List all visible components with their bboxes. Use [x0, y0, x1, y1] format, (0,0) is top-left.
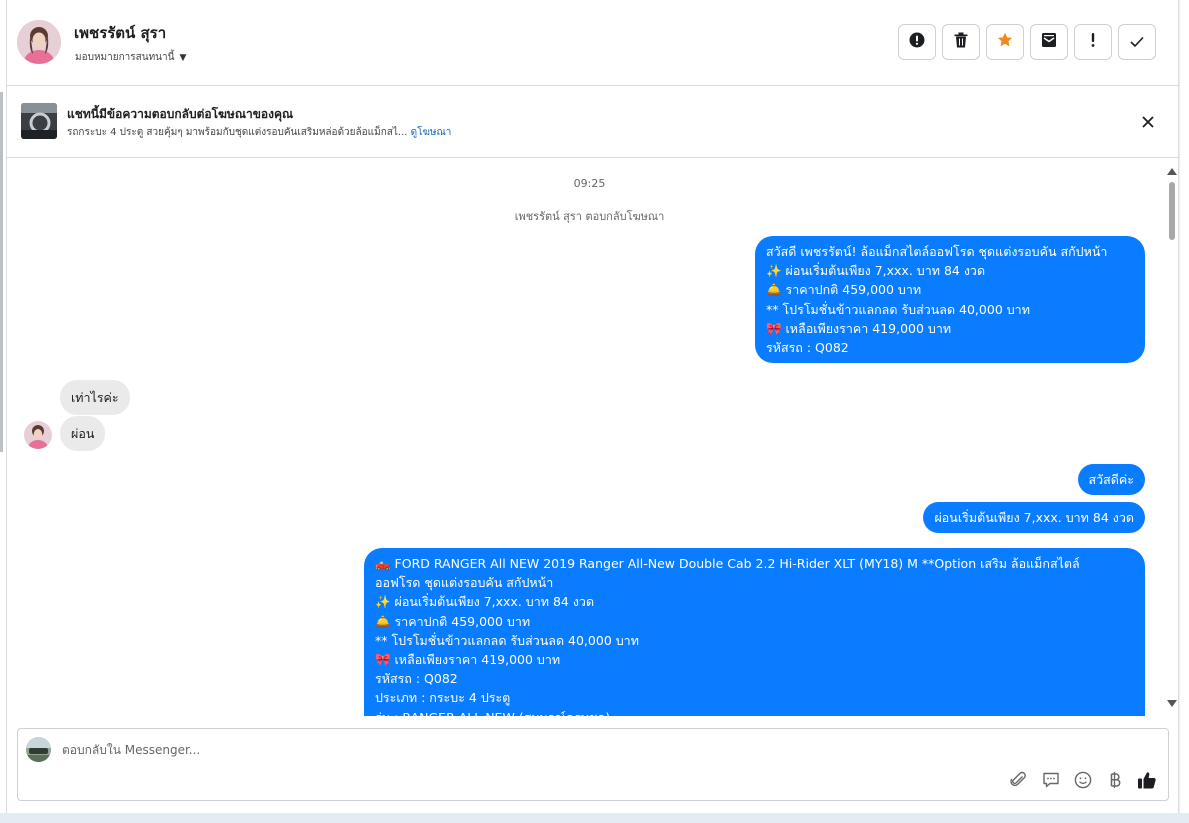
message-thread: 09:25 เพชรรัตน์ สุรา ตอบกลับโฆษณา สวัสดี… — [7, 158, 1180, 716]
caret-down-icon: ▼ — [179, 52, 187, 63]
alert-circle-icon — [909, 32, 925, 52]
view-ad-link[interactable]: ดูโฆษณา — [411, 127, 452, 138]
message-line: 🛎️ ราคาปกติ 459,000 บาท — [766, 282, 922, 298]
paperclip-icon — [1010, 771, 1028, 793]
message-line: 🛻 FORD RANGER All NEW 2019 Ranger All-Ne… — [375, 556, 1080, 571]
mark-spam-button[interactable] — [898, 24, 936, 60]
trash-icon — [954, 32, 968, 52]
star-button[interactable] — [986, 24, 1024, 60]
message-line: รหัสรถ : Q082 — [766, 340, 849, 356]
message-line: เท่าไรค่ะ — [71, 390, 119, 405]
message-line: ประเภท : กระบะ 4 ประตู — [375, 690, 511, 706]
message-bubble-outgoing[interactable]: สวัสดีค่ะ — [1077, 464, 1145, 496]
delete-button[interactable] — [942, 24, 980, 60]
message-line: ✨ ผ่อนเริ่มต้นเพียง 7,xxx. บาท 84 งวด — [375, 594, 595, 610]
conversation-panel: เพชรรัตน์ สุรา มอบหมายการสนทนานี้ ▼ แชทน… — [6, 0, 1180, 813]
ad-banner-description: รถกระบะ 4 ประตู สวยคุ้มๆ มาพร้อมกับชุดแต… — [67, 125, 451, 140]
message-line: รุ่น : RANGER ALL NEW (สมบูรณ์ครบชุด) — [375, 708, 1134, 716]
message-line: ผ่อนเริ่มต้นเพียง 7,xxx. บาท 84 งวด — [934, 510, 1134, 525]
message-line: 🎀 เหลือเพียงราคา 419,000 บาท — [766, 320, 952, 336]
attach-button[interactable] — [1008, 771, 1030, 793]
message-line: 🎀 เหลือเพียงราคา 419,000 บาท — [375, 652, 561, 668]
ad-reply-banner: แชทนี้มีข้อความตอบกลับต่อโฆษณาของคุณ รถก… — [7, 86, 1180, 158]
star-icon — [997, 32, 1013, 52]
ad-description-text: รถกระบะ 4 ประตู สวยคุ้มๆ มาพร้อมกับชุดแต… — [67, 127, 408, 138]
chat-scrollbar[interactable] — [1166, 162, 1178, 714]
right-edge — [1180, 0, 1189, 823]
header-actions — [898, 24, 1156, 60]
page-avatar — [26, 737, 51, 762]
thumbs-up-icon — [1137, 770, 1157, 794]
follow-up-button[interactable] — [1074, 24, 1112, 60]
baht-icon — [1108, 771, 1122, 793]
mark-unread-icon — [1041, 32, 1057, 52]
like-button[interactable] — [1136, 771, 1158, 793]
composer-tools — [1008, 771, 1158, 793]
ad-thumbnail — [21, 103, 57, 139]
message-line: สวัสดี เพชรรัตน์! ล้อแม็กสไตล์ออฟโรด ชุด… — [766, 244, 1108, 259]
reply-composer — [17, 728, 1169, 801]
scroll-down-arrow-icon[interactable] — [1167, 700, 1177, 707]
message-bubble-outgoing[interactable]: สวัสดี เพชรรัตน์! ล้อแม็กสไตล์ออฟโรด ชุด… — [755, 236, 1145, 364]
message-line: ออฟโรด ชุดแต่งรอบคัน สกัปหน้า — [375, 575, 554, 591]
system-note: เพชรรัตน์ สุรา ตอบกลับโฆษณา — [514, 210, 665, 223]
message-line: ** โปรโมชั่นข้าวแลกลด รับส่วนลด 40,000 บ… — [375, 632, 639, 648]
exclamation-icon — [1090, 32, 1096, 52]
assign-conversation-dropdown[interactable]: มอบหมายการสนทนานี้ ▼ — [75, 50, 186, 65]
left-edge-marker — [0, 92, 3, 452]
saved-replies-icon — [1042, 771, 1060, 793]
contact-avatar[interactable] — [17, 20, 61, 64]
conversation-header: เพชรรัตน์ สุรา มอบหมายการสนทนานี้ ▼ — [7, 0, 1180, 86]
check-icon — [1130, 33, 1144, 52]
contact-name: เพชรรัตน์ สุรา — [74, 24, 167, 42]
message-line: ✨ ผ่อนเริ่มต้นเพียง 7,xxx. บาท 84 งวด — [766, 263, 986, 279]
message-bubble-incoming[interactable]: ผ่อน — [60, 416, 106, 451]
message-bubble-outgoing[interactable]: 🛻 FORD RANGER All NEW 2019 Ranger All-Ne… — [364, 548, 1145, 716]
emoji-icon — [1074, 771, 1092, 793]
reply-input[interactable] — [62, 739, 962, 761]
close-banner-button[interactable] — [1136, 110, 1160, 134]
bottom-band — [0, 813, 1189, 823]
emoji-button[interactable] — [1072, 771, 1094, 793]
mark-unread-button[interactable] — [1030, 24, 1068, 60]
message-line: รหัสรถ : Q082 — [375, 671, 458, 687]
message-line: 🛎️ ราคาปกติ 459,000 บาท — [375, 613, 531, 629]
message-line: สวัสดีค่ะ — [1088, 472, 1134, 487]
close-icon — [1142, 113, 1154, 132]
scroll-up-arrow-icon[interactable] — [1167, 168, 1177, 175]
mark-done-button[interactable] — [1118, 24, 1156, 60]
message-timestamp: 09:25 — [573, 177, 606, 190]
message-line: ผ่อน — [71, 426, 95, 441]
scrollbar-thumb[interactable] — [1169, 182, 1175, 240]
message-bubble-outgoing[interactable]: ผ่อนเริ่มต้นเพียง 7,xxx. บาท 84 งวด — [923, 502, 1145, 534]
message-bubble-incoming[interactable]: เท่าไรค่ะ — [60, 380, 130, 415]
message-line: ** โปรโมชั่นข้าวแลกลด รับส่วนลด 40,000 บ… — [766, 301, 1030, 317]
assign-label: มอบหมายการสนทนานี้ — [75, 52, 175, 63]
payment-button[interactable] — [1104, 771, 1126, 793]
contact-avatar-small — [24, 421, 52, 449]
saved-replies-button[interactable] — [1040, 771, 1062, 793]
ad-banner-title: แชทนี้มีข้อความตอบกลับต่อโฆษณาของคุณ — [67, 107, 294, 121]
